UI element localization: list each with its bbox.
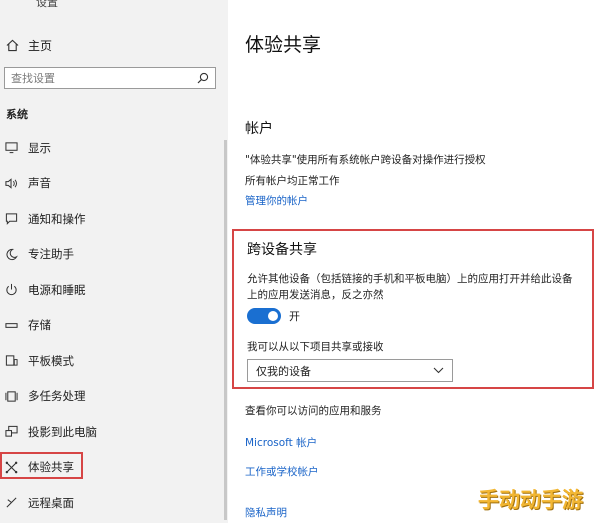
notification-icon xyxy=(5,213,17,226)
sidebar-item-storage[interactable]: 存储 xyxy=(0,308,228,344)
home-icon xyxy=(6,39,19,51)
active-item-highlight xyxy=(0,452,83,479)
sidebar-item-label: 平板模式 xyxy=(28,353,74,368)
sidebar-item-label: 专注助手 xyxy=(28,247,74,262)
main-content: 体验共享 帐户 "体验共享"使用所有系统帐户跨设备对操作进行授权 所有帐户均正常… xyxy=(228,0,594,523)
multitask-icon xyxy=(4,391,18,402)
sidebar-item-remote-desktop[interactable]: 远程桌面 xyxy=(0,485,228,521)
apps-heading: 查看你可以访问的应用和服务 xyxy=(245,405,382,417)
sidebar-item-label: 投影到此电脑 xyxy=(28,424,97,439)
sidebar-item-tablet-mode[interactable]: 平板模式 xyxy=(0,343,228,379)
sidebar-item-label: 远程桌面 xyxy=(28,495,74,510)
section-label: 系统 xyxy=(6,108,28,121)
home-link[interactable]: 主页 xyxy=(6,36,52,54)
sidebar-item-multitasking[interactable]: 多任务处理 xyxy=(0,379,228,415)
sidebar-scrollbar[interactable] xyxy=(224,140,227,520)
accounts-status: 所有帐户均正常工作 xyxy=(245,175,340,187)
window-title: 设置 xyxy=(36,0,58,9)
sidebar-item-label: 显示 xyxy=(28,140,51,155)
work-school-account-link[interactable]: 工作或学校帐户 xyxy=(245,464,319,479)
sidebar-item-focus-assist[interactable]: 专注助手 xyxy=(0,237,228,273)
power-icon xyxy=(5,284,17,296)
home-label: 主页 xyxy=(28,38,53,53)
search-placeholder: 查找设置 xyxy=(11,72,55,85)
remote-desktop-icon xyxy=(5,497,17,508)
speaker-icon xyxy=(4,177,17,189)
toggle-knob xyxy=(268,311,278,321)
sidebar: 设置 主页 查找设置 系统 显示 声音 通知和操作 专注助手 电源和睡眠 存储 … xyxy=(0,0,228,523)
chevron-down-icon xyxy=(433,367,444,374)
moon-icon xyxy=(6,248,18,260)
search-input[interactable]: 查找设置 xyxy=(4,67,216,89)
manage-accounts-link[interactable]: 管理你的帐户 xyxy=(245,193,308,208)
page-title: 体验共享 xyxy=(245,34,322,56)
sidebar-item-power-sleep[interactable]: 电源和睡眠 xyxy=(0,272,228,308)
watermark: 手动动手游 xyxy=(478,488,583,512)
tablet-icon xyxy=(5,355,18,366)
microsoft-account-link[interactable]: Microsoft 帐户 xyxy=(245,435,317,450)
sidebar-item-label: 通知和操作 xyxy=(28,211,86,226)
sidebar-item-label: 电源和睡眠 xyxy=(28,282,86,297)
accounts-description: "体验共享"使用所有系统帐户跨设备对操作进行授权 xyxy=(245,154,486,166)
share-toggle[interactable] xyxy=(247,308,281,324)
sidebar-item-project-to-pc[interactable]: 投影到此电脑 xyxy=(0,414,228,450)
sidebar-item-notifications[interactable]: 通知和操作 xyxy=(0,201,228,237)
share-toggle-row: 开 xyxy=(247,308,300,324)
share-across-description: 允许其他设备（包括链接的手机和平板电脑）上的应用打开并给此设备上的应用发送消息，… xyxy=(247,273,573,301)
sidebar-item-label: 声音 xyxy=(28,176,51,191)
share-across-heading: 跨设备共享 xyxy=(247,242,317,258)
accounts-heading: 帐户 xyxy=(245,121,273,137)
share-from-label: 我可以从以下项目共享或接收 xyxy=(247,341,384,353)
select-value: 仅我的设备 xyxy=(256,364,311,378)
search-icon xyxy=(197,72,209,84)
project-icon xyxy=(4,426,18,437)
privacy-statement-link[interactable]: 隐私声明 xyxy=(245,505,287,520)
storage-icon xyxy=(4,322,18,328)
toggle-state-label: 开 xyxy=(289,310,300,323)
monitor-icon xyxy=(4,142,18,154)
share-from-select[interactable]: 仅我的设备 xyxy=(247,359,453,382)
share-across-devices-section: 跨设备共享 允许其他设备（包括链接的手机和平板电脑）上的应用打开并给此设备上的应… xyxy=(232,229,594,389)
sidebar-item-label: 多任务处理 xyxy=(28,389,86,404)
sidebar-item-display[interactable]: 显示 xyxy=(0,130,228,166)
sidebar-item-sound[interactable]: 声音 xyxy=(0,166,228,202)
sidebar-item-label: 存储 xyxy=(28,318,51,333)
